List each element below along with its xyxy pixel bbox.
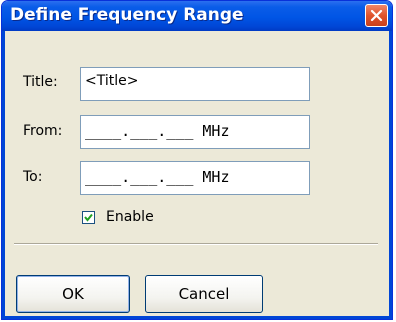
- window-frame-bottom: [2, 316, 392, 319]
- to-frequency-input[interactable]: ____.___.___ MHz: [80, 161, 310, 195]
- define-frequency-range-dialog: Define Frequency Range Title: <Title> Fr…: [1, 0, 393, 320]
- enable-label[interactable]: Enable: [106, 209, 154, 225]
- from-label: From:: [23, 123, 63, 139]
- window-title: Define Frequency Range: [10, 5, 244, 25]
- to-frequency-mask: ____.___.___ MHz: [85, 168, 230, 186]
- to-label: To:: [23, 169, 43, 185]
- checkmark-icon: [84, 213, 93, 222]
- close-icon: [370, 9, 383, 22]
- title-bar[interactable]: Define Frequency Range: [2, 1, 392, 31]
- window-frame-left: [2, 31, 5, 319]
- title-label: Title:: [23, 74, 58, 90]
- enable-checkbox[interactable]: [82, 211, 95, 224]
- separator: [14, 243, 378, 245]
- close-button[interactable]: [365, 4, 388, 27]
- title-input-value: <Title>: [85, 73, 139, 89]
- from-frequency-input[interactable]: ____.___.___ MHz: [80, 115, 310, 149]
- window-frame-right: [389, 31, 392, 319]
- title-input[interactable]: <Title>: [80, 67, 310, 101]
- cancel-button[interactable]: Cancel: [145, 275, 263, 313]
- from-frequency-mask: ____.___.___ MHz: [85, 122, 230, 140]
- ok-button[interactable]: OK: [16, 275, 130, 313]
